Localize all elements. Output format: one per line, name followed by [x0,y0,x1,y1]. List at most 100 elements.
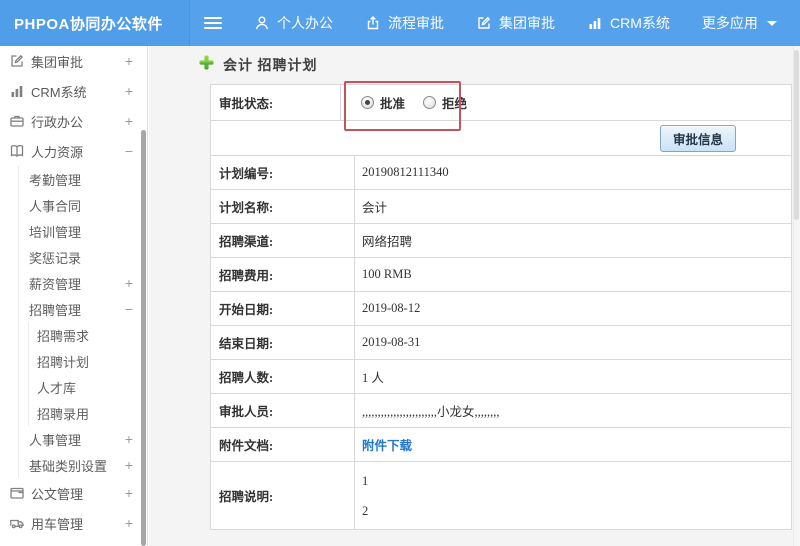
table-row: 招聘渠道: 网络招聘 [210,223,792,258]
nav-group-approval[interactable]: 集团审批 [476,13,555,33]
bar-chart-icon [8,83,25,99]
sidebar-scrollbar-thumb[interactable] [141,130,146,546]
content-scrollbar[interactable] [793,46,800,546]
sidebar-item-recruit-demand[interactable]: 招聘需求 [29,322,147,348]
book-icon [8,143,25,159]
briefcase-icon [8,113,25,129]
sidebar-submenu-hr: 考勤管理 人事合同 培训管理 奖惩记录 薪资管理 + 招聘管理 − 招聘需求 招… [18,166,147,478]
process-icon [365,15,381,31]
table-row: 招聘费用: 100 RMB [210,257,792,292]
expand-toggle[interactable]: + [125,276,133,290]
collapse-toggle[interactable]: − [125,302,133,316]
car-icon [8,515,25,531]
sidebar-item-recruitment[interactable]: 招聘管理 − [19,296,147,322]
expand-toggle[interactable]: + [125,432,133,446]
expand-toggle[interactable]: + [125,114,133,128]
main-content: 会计 招聘计划 审批状态: 批准 拒绝 审批信息 计划编号: 201908121… [149,46,800,546]
sidebar-item-label: 基础类别设置 [29,458,108,474]
sidebar-item-rewards[interactable]: 奖惩记录 [19,244,147,270]
sidebar-item-salary[interactable]: 薪资管理 + [19,270,147,296]
start-date-label: 开始日期: [210,291,355,326]
table-row: 招聘人数: 1 人 [210,359,792,394]
approval-status-row: 审批状态: 批准 拒绝 [210,84,792,121]
nav-process-approval[interactable]: 流程审批 [365,13,444,33]
sidebar-item-recruit-plan[interactable]: 招聘计划 [29,348,147,374]
nav-crm[interactable]: CRM系统 [587,13,670,33]
approval-status-label: 审批状态: [210,84,341,121]
sidebar-item-recruit-hire[interactable]: 招聘录用 [29,400,147,426]
sidebar-item-admin-office[interactable]: 行政办公 + [0,106,147,136]
edit-square-icon [8,53,25,69]
sidebar-item-base-category[interactable]: 基础类别设置 + [19,452,147,478]
sidebar-item-hr[interactable]: 人力资源 − [0,136,147,166]
reject-radio[interactable] [423,96,437,109]
sidebar-item-label: 薪资管理 [29,276,82,292]
sidebar-item-label: 行政办公 [31,114,84,130]
nav-more-apps[interactable]: 更多应用 [702,13,777,33]
page-title-text: 会计 招聘计划 [223,59,318,74]
approval-table: 审批状态: 批准 拒绝 审批信息 [210,84,792,156]
expand-toggle[interactable]: + [125,458,133,472]
sidebar-item-document-mgmt[interactable]: 公文管理 + [0,478,147,508]
menu-toggle-icon[interactable] [204,14,222,32]
top-nav: 个人办公 流程审批 集团审批 CRM系统 更多应用 [254,13,777,33]
sidebar-item-label: 培训管理 [29,224,82,240]
plan-number-value: 20190812111340 [354,155,792,190]
sidebar-item-label: 招聘需求 [37,328,90,344]
sidebar-item-label: 集团审批 [31,54,84,70]
expand-toggle[interactable]: + [125,486,133,500]
user-icon [254,15,270,31]
sidebar-item-label: 用车管理 [31,516,84,532]
table-row: 附件文档: 附件下载 [210,427,792,462]
sidebar-item-personnel[interactable]: 人事管理 + [19,426,147,452]
sidebar-item-label: 招聘录用 [37,406,90,422]
approve-radio[interactable] [361,96,374,109]
sidebar-item-label: 考勤管理 [29,172,82,188]
recruit-cost-value: 100 RMB [354,257,792,292]
edit-square-icon [476,15,492,31]
nav-label: 流程审批 [388,15,444,31]
approval-button-row: 审批信息 [210,120,792,156]
table-row: 计划编号: 20190812111340 [210,155,792,190]
approval-info-button[interactable]: 审批信息 [659,124,736,152]
attachment-label: 附件文档: [210,427,355,462]
headcount-label: 招聘人数: [210,359,355,394]
recruit-cost-label: 招聘费用: [210,257,355,292]
table-row: 计划名称: 会计 [210,189,792,224]
recruit-channel-value: 网络招聘 [354,223,792,258]
bar-chart-icon [587,15,603,31]
approvers-label: 审批人员: [210,393,355,428]
document-icon [8,485,25,501]
reject-radio-label[interactable]: 拒绝 [442,93,467,112]
expand-toggle[interactable]: + [125,84,133,98]
sidebar-item-vehicle[interactable]: 用车管理 + [0,508,147,538]
table-row: 招聘说明: 1 2 [210,461,792,530]
sidebar-item-group-approval[interactable]: 集团审批 + [0,46,147,76]
sidebar: 集团审批 + CRM系统 + 行政办公 + 人力资源 − 考勤管理 人事合同 培… [0,46,148,546]
sidebar-item-label: 人力资源 [31,144,84,160]
sidebar-item-label: 人事管理 [29,432,82,448]
sidebar-item-hr-contract[interactable]: 人事合同 [19,192,147,218]
content-scrollbar-thumb[interactable] [794,50,799,220]
expand-toggle[interactable]: + [125,54,133,68]
nav-personal-office[interactable]: 个人办公 [254,13,333,33]
table-row: 结束日期: 2019-08-31 [210,325,792,360]
topbar: PHPOA协同办公软件 个人办公 流程审批 集团审批 CRM系统 更多应用 [0,0,800,46]
sidebar-item-label: CRM系统 [31,84,87,100]
headcount-value: 1 人 [354,359,792,394]
sidebar-item-talent-pool[interactable]: 人才库 [29,374,147,400]
expand-toggle[interactable]: + [125,516,133,530]
plan-number-label: 计划编号: [210,155,355,190]
nav-label: 更多应用 [701,15,758,31]
sidebar-item-attendance[interactable]: 考勤管理 [19,166,147,192]
add-plus-icon[interactable] [199,55,214,75]
nav-label: 集团审批 [499,15,555,31]
sidebar-item-label: 公文管理 [31,486,84,502]
sidebar-item-crm[interactable]: CRM系统 + [0,76,147,106]
sidebar-item-training[interactable]: 培训管理 [19,218,147,244]
end-date-value: 2019-08-31 [354,325,792,360]
collapse-toggle[interactable]: − [125,144,133,158]
approve-radio-label[interactable]: 批准 [380,93,405,112]
attachment-download-link[interactable]: 附件下载 [362,439,412,453]
page-title: 会计 招聘计划 [149,46,800,84]
